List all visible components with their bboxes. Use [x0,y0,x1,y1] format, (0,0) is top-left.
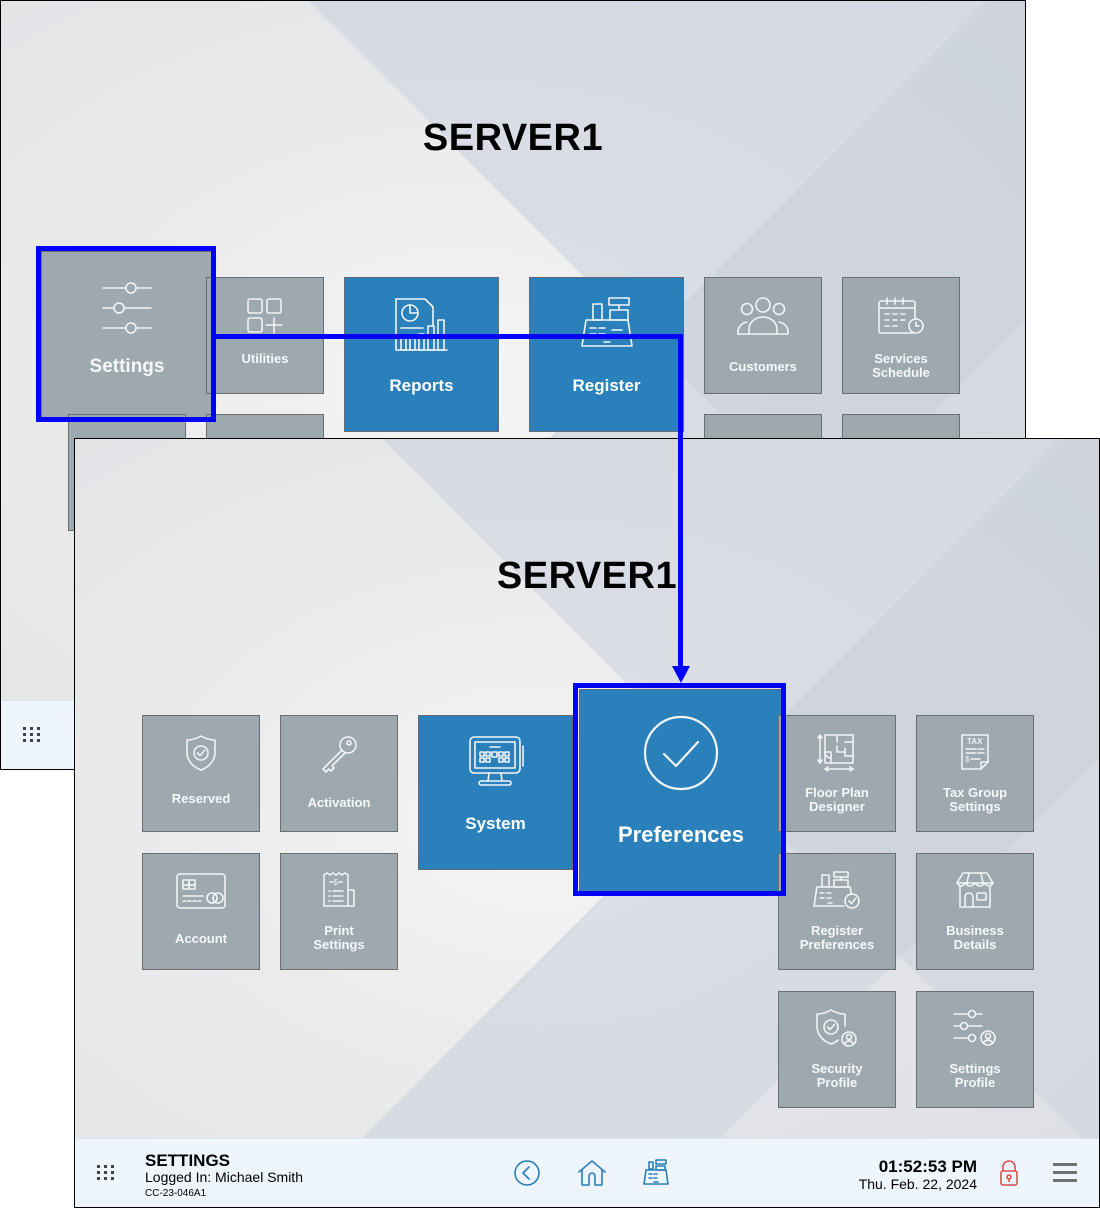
connector-arrow-vertical [678,334,683,668]
tile-activation[interactable]: Activation [280,715,398,832]
credit-card-icon [176,873,226,909]
tile-label: Tax Group Settings [942,785,1008,814]
grid-dots-icon[interactable] [97,1165,115,1181]
tile-system[interactable]: System [418,715,573,870]
tile-label: Business Details [946,923,1004,952]
tile-register[interactable]: Register [529,277,684,432]
calendar-clock-icon [878,297,924,334]
home-icon [578,1160,606,1186]
lock-icon [1000,1160,1018,1186]
tile-security-profile[interactable]: Security Profile [778,991,896,1108]
tile-label: Register [572,376,641,395]
tile-reserved[interactable]: Reserved [142,715,260,832]
register-check-icon [813,871,860,909]
tile-register-preferences[interactable]: Register Preferences [778,853,896,970]
floor-plan-icon [817,734,854,772]
home-button[interactable] [577,1159,607,1192]
cash-register-icon [580,297,633,347]
report-chart-icon [394,298,448,351]
tile-settings-profile[interactable]: Settings Profile [916,991,1034,1108]
tile-print-settings[interactable]: $ Print Settings [280,853,398,970]
lock-button[interactable] [999,1159,1019,1192]
clock-date: Thu. Feb. 22, 2024 [858,1176,977,1192]
tile-tax-group-settings[interactable]: TAX $ Tax Group Settings [916,715,1034,832]
tile-label: Reserved [171,791,231,806]
tile-label: System [465,814,526,833]
section-title: SETTINGS [145,1151,231,1170]
cash-register-icon [643,1159,669,1185]
tile-label: Customers [729,359,797,374]
receipt-icon: $ [323,872,355,907]
storefront-icon [956,872,994,908]
tile-label: Preferences [618,822,744,847]
footer-bar: SETTINGS Logged In: Michael Smith CC-23-… [75,1138,1099,1207]
connector-arrow-horizontal [213,334,683,339]
sliders-user-icon [953,1009,996,1046]
tile-label: Services Schedule [872,351,930,380]
tile-label: Reports [389,376,454,395]
tile-label: Floor Plan Designer [805,785,869,814]
shield-check-icon [186,735,216,771]
tax-document-icon: TAX $ [961,734,989,770]
customers-group-icon [737,297,789,335]
sliders-icon [102,282,152,334]
server-title: SERVER1 [422,117,604,159]
tile-label: Security Profile [811,1061,863,1090]
settings-submenu-screen-front: SERVER1 Reserved Activation System Prefe… [74,438,1100,1208]
pos-monitor-icon [468,736,524,786]
apps-add-icon [247,298,283,334]
tile-label: Print Settings [313,923,365,952]
svg-text:$: $ [334,878,339,887]
arrow-head-icon [672,666,690,683]
tile-account[interactable]: Account [142,853,260,970]
svg-text:$: $ [965,755,970,764]
clock-time: 01:52:53 PM [878,1157,977,1176]
tile-settings[interactable]: Settings [41,251,213,419]
grid-dots-icon[interactable] [23,727,41,743]
tile-customers[interactable]: Customers [704,277,822,394]
tile-label: Register Preferences [799,923,875,952]
tile-label: Settings Profile [949,1061,1001,1090]
tile-services-schedule[interactable]: Services Schedule [842,277,960,394]
back-button[interactable] [513,1159,541,1192]
tile-floor-plan-designer[interactable]: Floor Plan Designer [778,715,896,832]
device-id: CC-23-046A1 [145,1188,207,1199]
tile-label: Utilities [241,351,289,366]
key-icon [322,736,357,773]
tile-preferences[interactable]: Preferences [579,689,783,893]
tile-label: Activation [307,795,371,810]
svg-text:TAX: TAX [967,737,983,746]
logged-in-user: Logged In: Michael Smith [145,1169,303,1185]
tile-reports[interactable]: Reports [344,277,499,432]
check-circle-icon [643,715,719,791]
shield-user-icon [816,1009,857,1047]
tile-label: Settings [89,356,165,377]
hamburger-menu-icon[interactable] [1053,1163,1077,1187]
server-title: SERVER1 [496,555,678,597]
back-circle-icon [514,1160,540,1186]
register-button[interactable] [642,1159,670,1192]
tile-label: Account [175,931,227,946]
tile-business-details[interactable]: Business Details [916,853,1034,970]
